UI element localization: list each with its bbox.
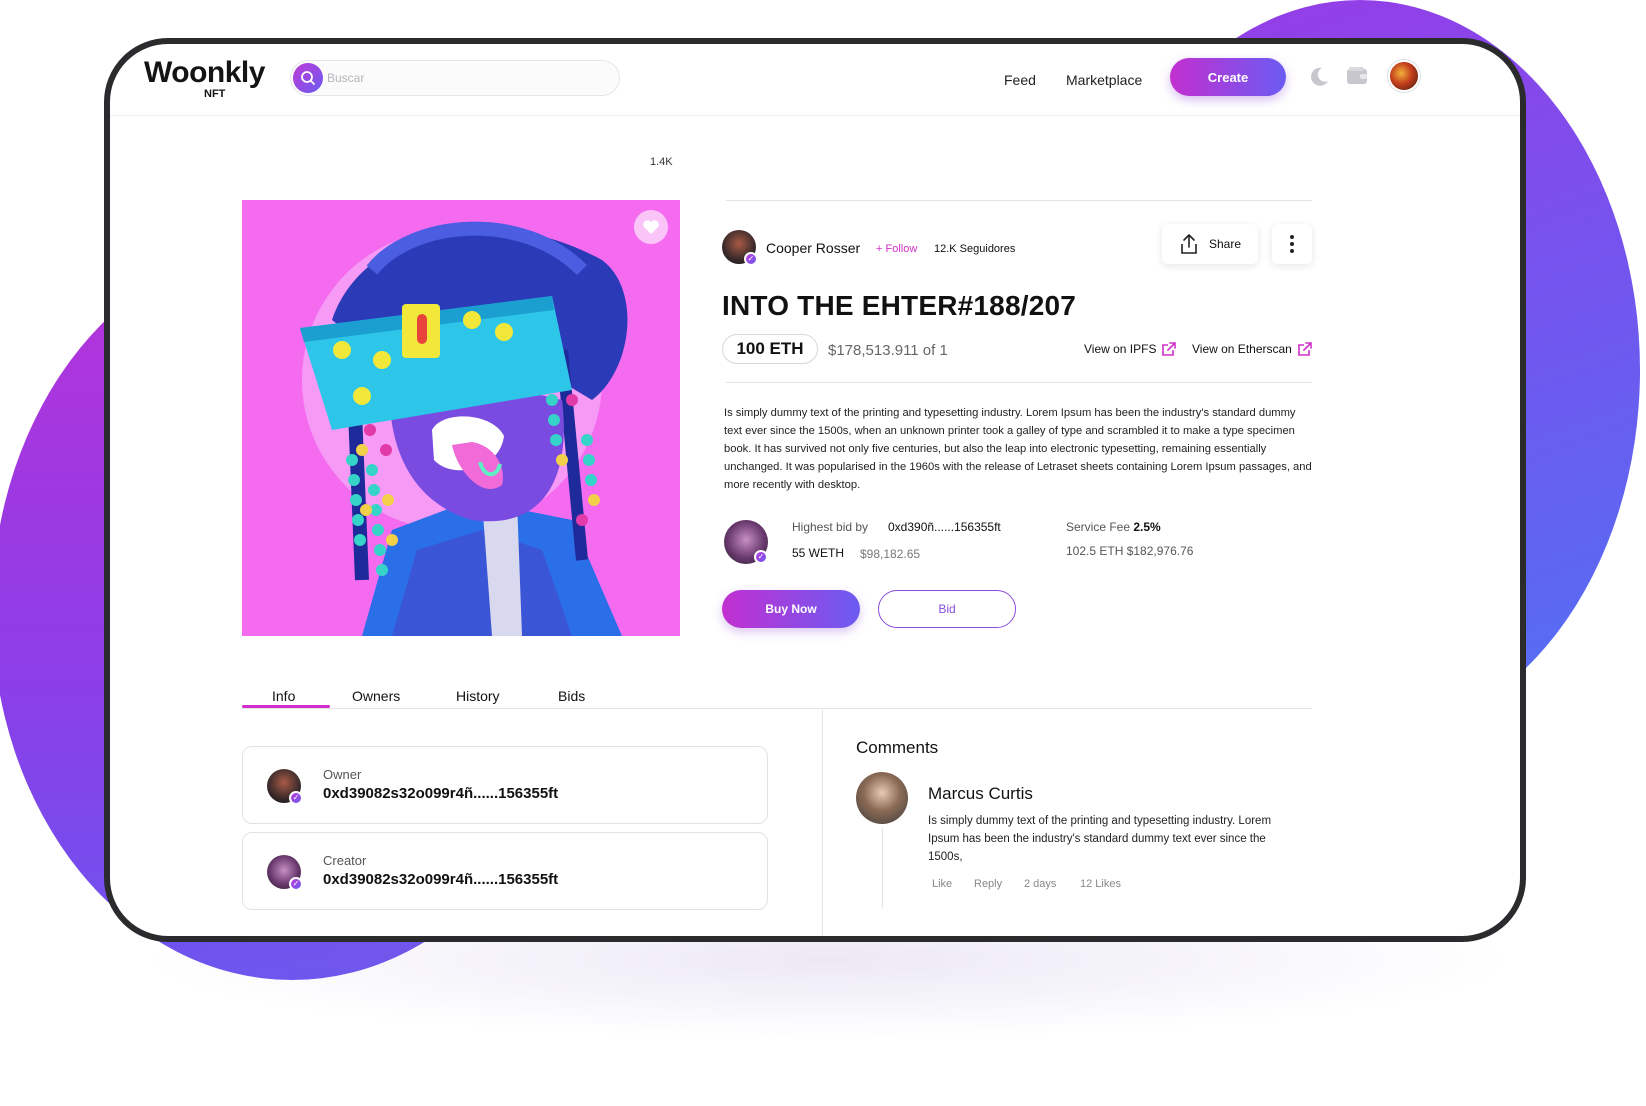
user-avatar[interactable]	[1388, 60, 1420, 92]
owner-avatar[interactable]: ✓	[267, 769, 303, 805]
kebab-dot-icon	[1290, 249, 1294, 253]
creator-role-label: Creator	[323, 853, 367, 868]
device-frame: Woonkly NFT Feed Marketplace Create 1.4K	[104, 38, 1526, 942]
comment-thread-line	[882, 828, 883, 908]
verified-badge-icon: ✓	[754, 550, 768, 564]
bid-button[interactable]: Bid	[878, 590, 1016, 628]
share-label: Share	[1208, 237, 1242, 251]
commenter-avatar[interactable]	[856, 772, 908, 824]
tab-info[interactable]: Info	[272, 688, 295, 704]
comment-like-button[interactable]: Like	[932, 878, 952, 890]
external-link-icon	[1162, 342, 1177, 356]
nft-title: INTO THE EHTER#188/207	[722, 290, 1077, 321]
total-price: 102.5 ETH $182,976.76	[1066, 544, 1194, 558]
tab-owners[interactable]: Owners	[352, 688, 400, 704]
service-fee-label: Service Fee	[1066, 520, 1131, 534]
comment-timestamp: 2 days	[1024, 878, 1057, 890]
logo-wordmark: Woonkly	[144, 56, 265, 89]
kebab-dot-icon	[1290, 235, 1294, 239]
creator-card: ✓ Creator 0xd39082s32o099r4ñ......156355…	[242, 832, 768, 910]
external-link-icon	[1298, 342, 1312, 356]
price-usd: $178,513.911 of 1	[828, 342, 948, 359]
share-icon	[1181, 234, 1197, 254]
verified-badge-icon: ✓	[289, 791, 303, 805]
logo-subtitle: NFT	[204, 88, 226, 100]
search-input[interactable]	[327, 61, 607, 95]
comment-reply-button[interactable]: Reply	[974, 878, 1002, 890]
top-divider	[726, 200, 1312, 201]
share-button[interactable]: Share	[1162, 224, 1258, 264]
nav-feed-link[interactable]: Feed	[1004, 72, 1036, 88]
nft-artwork	[242, 200, 680, 636]
tabs-divider	[242, 708, 1312, 709]
artwork-illustration	[242, 200, 680, 636]
tab-history[interactable]: History	[456, 688, 500, 704]
nav-marketplace-link[interactable]: Marketplace	[1066, 72, 1142, 88]
service-fee: Service Fee 2.5%	[1066, 520, 1161, 534]
comment-likes-count: 12 Likes	[1080, 878, 1121, 890]
column-separator	[822, 708, 823, 936]
bid-amount: 55 WETH	[792, 546, 845, 560]
buy-now-button[interactable]: Buy Now	[722, 590, 860, 628]
nft-description: Is simply dummy text of the printing and…	[724, 407, 1312, 491]
bidder-avatar[interactable]: ✓	[724, 520, 768, 564]
owner-address[interactable]: 0xd39082s32o099r4ñ......156355ft	[323, 785, 558, 802]
creator-avatar[interactable]: ✓	[722, 230, 758, 266]
tab-bids[interactable]: Bids	[558, 688, 585, 704]
verified-badge-icon: ✓	[289, 877, 303, 891]
view-etherscan-link[interactable]: View on Etherscan	[1192, 342, 1312, 356]
more-options-button[interactable]	[1272, 224, 1312, 264]
creator-address[interactable]: 0xd39082s32o099r4ñ......156355ft	[323, 871, 558, 888]
view-ipfs-label: View on IPFS	[1084, 342, 1157, 356]
stage: Woonkly NFT Feed Marketplace Create 1.4K	[0, 0, 1646, 1106]
top-navbar: Woonkly NFT Feed Marketplace Create	[110, 44, 1520, 116]
bidder-address[interactable]: 0xd390ñ......156355ft	[888, 520, 1001, 534]
view-ipfs-link[interactable]: View on IPFS	[1084, 342, 1177, 356]
heart-icon	[643, 220, 659, 234]
owner-card: ✓ Owner 0xd39082s32o099r4ñ......156355ft	[242, 746, 768, 824]
search-bar	[290, 60, 620, 96]
search-icon[interactable]	[293, 63, 323, 93]
follow-link[interactable]: + Follow	[876, 243, 917, 255]
commenter-name[interactable]: Marcus Curtis	[928, 784, 1033, 804]
brand-logo[interactable]: Woonkly NFT	[144, 56, 265, 101]
kebab-dot-icon	[1290, 242, 1294, 246]
verified-badge-icon: ✓	[744, 252, 758, 266]
price-divider	[726, 382, 1312, 383]
price-badge: 100 ETH	[722, 334, 818, 364]
moon-icon[interactable]	[1308, 66, 1330, 88]
view-etherscan-label: View on Etherscan	[1192, 342, 1292, 356]
followers-count: 12.K Seguidores	[934, 243, 1016, 255]
comment-text: Is simply dummy text of the printing and…	[928, 815, 1272, 863]
favorite-button[interactable]	[634, 210, 668, 244]
bid-amount-usd: $98,182.65	[860, 547, 921, 561]
owner-role-label: Owner	[323, 767, 362, 782]
comments-heading: Comments	[856, 738, 939, 757]
highest-bid-label: Highest bid by	[792, 520, 869, 534]
service-fee-value: 2.5%	[1133, 520, 1161, 534]
creator-name[interactable]: Cooper Rosser	[766, 240, 860, 256]
wallet-icon[interactable]	[1346, 66, 1368, 86]
creator-card-avatar[interactable]: ✓	[267, 855, 303, 891]
likes-count: 1.4K	[650, 156, 673, 168]
create-button[interactable]: Create	[1170, 58, 1286, 96]
